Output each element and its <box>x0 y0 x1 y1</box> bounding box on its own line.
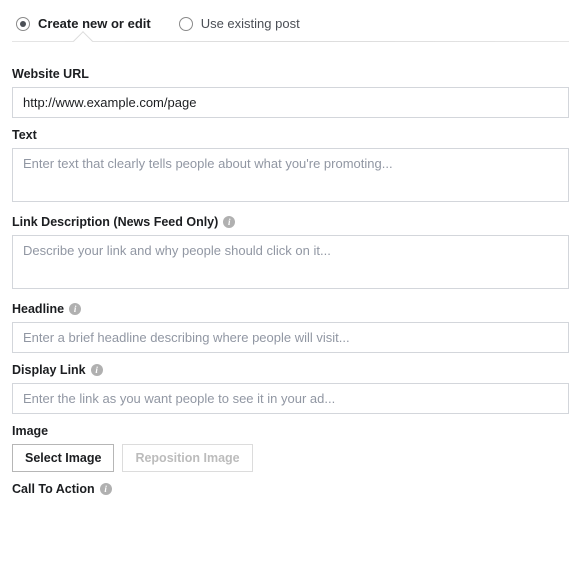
tab-create-new-or-edit[interactable]: Create new or edit <box>16 16 151 31</box>
headline-input[interactable] <box>12 322 569 353</box>
text-textarea[interactable] <box>12 148 569 202</box>
link-description-textarea[interactable] <box>12 235 569 289</box>
label-link-description: Link Description (News Feed Only) i <box>12 215 569 229</box>
website-url-input[interactable] <box>12 87 569 118</box>
field-display-link: Display Link i <box>12 363 569 414</box>
field-text: Text <box>12 128 569 205</box>
reposition-image-button: Reposition Image <box>122 444 252 472</box>
label-text: Call To Action <box>12 482 95 496</box>
label-text: Headline <box>12 302 64 316</box>
info-icon[interactable]: i <box>100 483 112 495</box>
label-text-field: Text <box>12 128 569 142</box>
radio-icon <box>16 17 30 31</box>
tab-label: Create new or edit <box>38 16 151 31</box>
label-image: Image <box>12 424 569 438</box>
label-display-link: Display Link i <box>12 363 569 377</box>
tab-divider <box>12 41 569 55</box>
label-text: Display Link <box>12 363 86 377</box>
info-icon[interactable]: i <box>91 364 103 376</box>
radio-icon <box>179 17 193 31</box>
field-image: Image Select Image Reposition Image <box>12 424 569 472</box>
tab-label: Use existing post <box>201 16 300 31</box>
label-call-to-action: Call To Action i <box>12 482 569 496</box>
field-call-to-action: Call To Action i <box>12 482 569 496</box>
label-text: Image <box>12 424 48 438</box>
image-buttons: Select Image Reposition Image <box>12 444 569 472</box>
post-source-tabs: Create new or edit Use existing post <box>12 12 569 41</box>
field-website-url: Website URL <box>12 67 569 118</box>
label-text: Text <box>12 128 37 142</box>
label-website-url: Website URL <box>12 67 569 81</box>
field-headline: Headline i <box>12 302 569 353</box>
label-headline: Headline i <box>12 302 569 316</box>
info-icon[interactable]: i <box>69 303 81 315</box>
field-link-description: Link Description (News Feed Only) i <box>12 215 569 292</box>
select-image-button[interactable]: Select Image <box>12 444 114 472</box>
display-link-input[interactable] <box>12 383 569 414</box>
label-text: Link Description (News Feed Only) <box>12 215 218 229</box>
info-icon[interactable]: i <box>223 216 235 228</box>
label-text: Website URL <box>12 67 89 81</box>
tab-use-existing-post[interactable]: Use existing post <box>179 16 300 31</box>
